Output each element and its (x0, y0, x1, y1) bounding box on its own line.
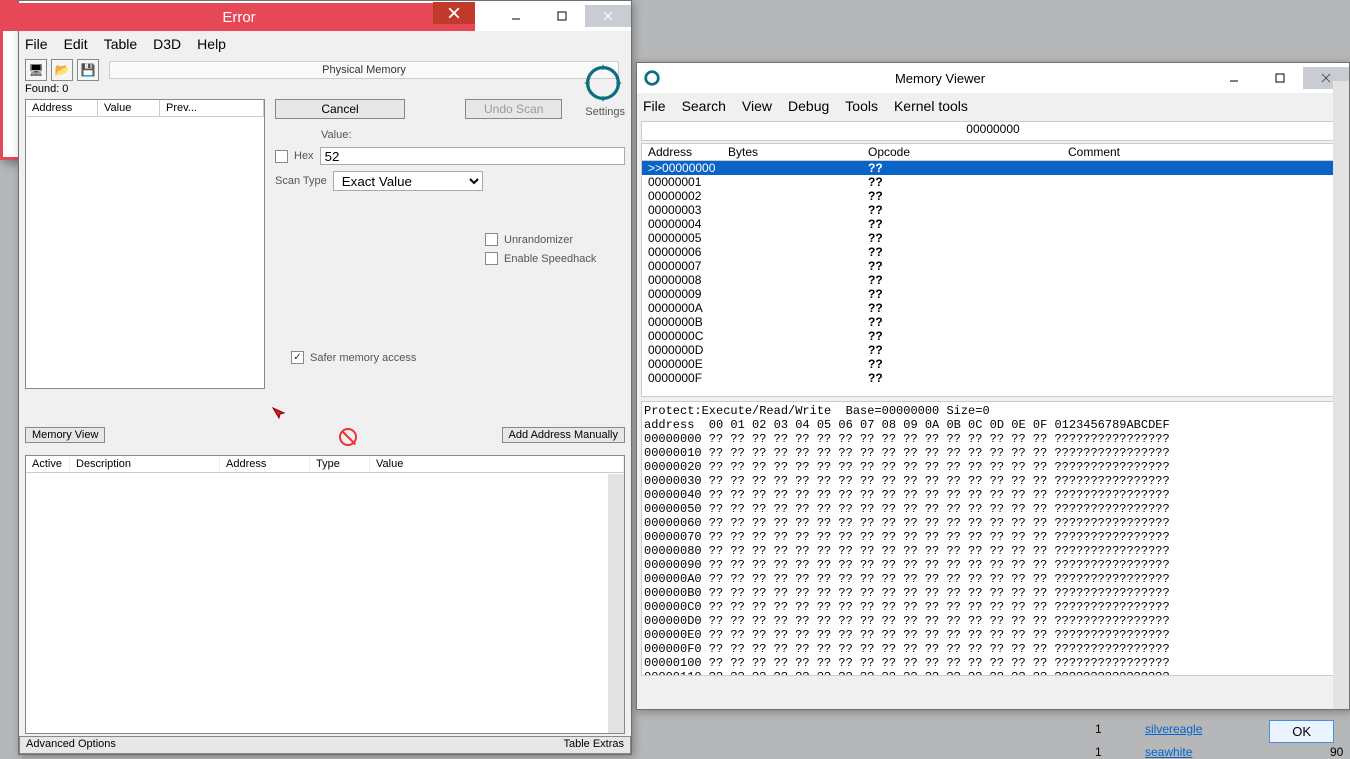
mv-menu-kernel[interactable]: Kernel tools (894, 98, 968, 114)
add-address-button[interactable]: Add Address Manually (502, 427, 625, 443)
col-value[interactable]: Value (98, 100, 160, 116)
col-description[interactable]: Description (70, 456, 220, 472)
disassembly-pane[interactable]: Address Bytes Opcode Comment >>00000000?… (641, 143, 1345, 397)
col-dis-comment[interactable]: Comment (1062, 144, 1344, 160)
mv-menu-tools[interactable]: Tools (845, 98, 878, 114)
disasm-row[interactable]: 0000000A?? (642, 301, 1344, 315)
unrandomizer-label: Unrandomizer (504, 234, 573, 246)
status-bar: Advanced Options Table Extras (19, 736, 631, 754)
cancel-scan-button[interactable]: Cancel (275, 99, 405, 119)
disasm-row[interactable]: 00000005?? (642, 231, 1344, 245)
menu-edit[interactable]: Edit (64, 36, 88, 52)
disasm-row[interactable]: >>00000000?? (642, 161, 1344, 175)
menu-d3d[interactable]: D3D (153, 36, 181, 52)
hex-checkbox[interactable] (275, 150, 288, 163)
disasm-row[interactable]: 00000003?? (642, 203, 1344, 217)
value-input[interactable] (320, 147, 625, 165)
col-dis-opcode[interactable]: Opcode (862, 144, 1062, 160)
bg-val-2: 90 (1330, 745, 1343, 759)
disasm-row[interactable]: 00000001?? (642, 175, 1344, 189)
col-dis-address[interactable]: Address (642, 144, 722, 160)
disasm-row[interactable]: 00000006?? (642, 245, 1344, 259)
disasm-row[interactable]: 00000002?? (642, 189, 1344, 203)
scantype-label: Scan Type (275, 175, 327, 187)
found-label: Found: 0 (19, 83, 631, 95)
error-close-button[interactable] (433, 2, 475, 24)
close-button[interactable] (585, 5, 631, 27)
bg-link-2[interactable]: seawhite (1145, 745, 1192, 759)
undo-scan-button[interactable]: Undo Scan (465, 99, 562, 119)
open-process-button[interactable]: 🖥 (25, 59, 47, 81)
cheat-engine-window: Cheat Engine 6.4 File Edit Table D3D Hel… (18, 0, 632, 755)
speedhack-label: Enable Speedhack (504, 253, 596, 265)
safer-label: Safer memory access (310, 352, 416, 364)
memory-viewer-window: Memory Viewer File Search View Debug Too… (636, 62, 1350, 710)
disasm-row[interactable]: 00000004?? (642, 217, 1344, 231)
mv-menu-debug[interactable]: Debug (788, 98, 829, 114)
advanced-options-button[interactable]: Advanced Options (26, 738, 116, 752)
disasm-row[interactable]: 0000000E?? (642, 357, 1344, 371)
mv-app-icon (643, 69, 661, 87)
bg-link-1[interactable]: silvereagle (1145, 722, 1202, 736)
col-address[interactable]: Address (26, 100, 98, 116)
menu-help[interactable]: Help (197, 36, 226, 52)
disasm-row[interactable]: 00000007?? (642, 259, 1344, 273)
col-dis-bytes[interactable]: Bytes (722, 144, 862, 160)
menubar: File Edit Table D3D Help (19, 31, 631, 57)
menu-table[interactable]: Table (104, 36, 137, 52)
disasm-scrollbar[interactable] (1333, 81, 1349, 709)
mv-window-title: Memory Viewer (669, 71, 1211, 86)
menu-file[interactable]: File (25, 36, 48, 52)
mv-menu-file[interactable]: File (643, 98, 666, 114)
speedhack-checkbox[interactable] (485, 252, 498, 265)
disasm-row[interactable]: 00000008?? (642, 273, 1344, 287)
col-address2[interactable]: Address (220, 456, 310, 472)
disasm-row[interactable]: 0000000F?? (642, 371, 1344, 385)
mv-menu-search[interactable]: Search (682, 98, 726, 114)
open-file-button[interactable]: 📂 (51, 59, 73, 81)
unrandomizer-checkbox[interactable] (485, 233, 498, 246)
value-label: Value: (321, 129, 351, 141)
col-active[interactable]: Active (26, 456, 70, 472)
process-label: Physical Memory (109, 61, 619, 79)
settings-label[interactable]: Settings (585, 106, 625, 118)
col-previous[interactable]: Prev... (160, 100, 264, 116)
ce-logo-icon[interactable] (581, 61, 625, 105)
bg-num-1: 1 (1095, 722, 1102, 736)
pointer-icon[interactable] (271, 406, 285, 420)
memory-view-button[interactable]: Memory View (25, 427, 105, 443)
error-ok-button[interactable]: OK (1269, 720, 1334, 743)
mv-titlebar[interactable]: Memory Viewer (637, 63, 1349, 93)
addrlist-scrollbar[interactable] (608, 474, 624, 733)
mv-menubar: File Search View Debug Tools Kernel tool… (637, 93, 1349, 119)
col-value2[interactable]: Value (370, 456, 624, 472)
disasm-row[interactable]: 0000000C?? (642, 329, 1344, 343)
mv-maximize-button[interactable] (1257, 67, 1303, 89)
results-list[interactable]: Address Value Prev... (25, 99, 265, 389)
col-type[interactable]: Type (310, 456, 370, 472)
error-title: Error (3, 9, 475, 26)
address-list[interactable]: Active Description Address Type Value (25, 455, 625, 734)
mv-address-bar[interactable]: 00000000 (641, 121, 1345, 141)
error-titlebar[interactable]: Error (3, 3, 475, 31)
maximize-button[interactable] (539, 5, 585, 27)
hex-view-pane[interactable]: Protect:Execute/Read/Write Base=00000000… (641, 401, 1345, 676)
disasm-row[interactable]: 0000000D?? (642, 343, 1344, 357)
disasm-row[interactable]: 0000000B?? (642, 315, 1344, 329)
toolbar: 🖥 📂 💾 Physical Memory (19, 57, 631, 83)
mv-menu-view[interactable]: View (742, 98, 772, 114)
save-button[interactable]: 💾 (77, 59, 99, 81)
clear-list-icon[interactable] (339, 428, 357, 446)
scantype-select[interactable]: Exact Value (333, 171, 483, 191)
table-extras-button[interactable]: Table Extras (563, 738, 624, 752)
bg-num-2: 1 (1095, 745, 1102, 759)
minimize-button[interactable] (493, 5, 539, 27)
disasm-row[interactable]: 00000009?? (642, 287, 1344, 301)
hex-label: Hex (294, 150, 314, 162)
safer-checkbox[interactable] (291, 351, 304, 364)
mv-minimize-button[interactable] (1211, 67, 1257, 89)
